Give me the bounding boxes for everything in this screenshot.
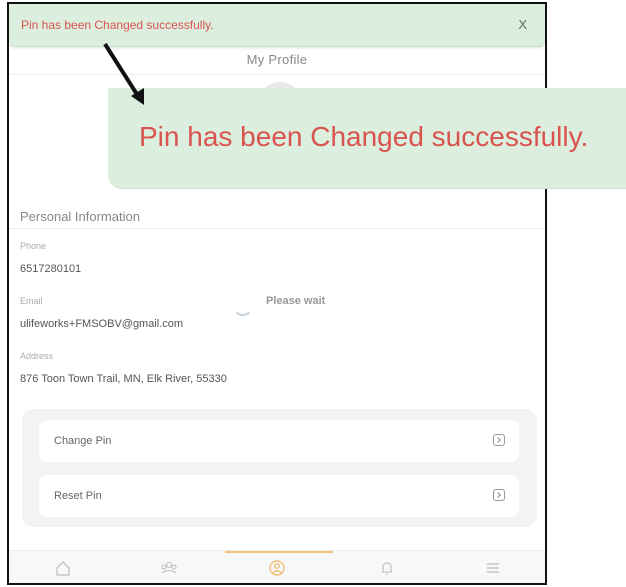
loading-text: Please wait (266, 295, 326, 307)
toast-message: Pin has been Changed successfully. (21, 18, 214, 32)
email-value: ulifeworks+FMSOBV@gmail.com (20, 318, 184, 330)
menu-icon[interactable] (484, 559, 502, 577)
success-toast: Pin has been Changed successfully. X (9, 4, 545, 47)
annotation-arrow-icon (103, 42, 144, 105)
page-title: My Profile (246, 52, 308, 67)
zoomed-toast-callout: Pin has been Changed successfully. (108, 88, 626, 189)
home-icon[interactable] (54, 559, 72, 577)
chevron-right-icon (493, 434, 505, 446)
address-value: 876 Toon Town Trail, MN, Elk River, 5533… (20, 373, 227, 385)
header-divider (9, 74, 545, 75)
zoomed-toast-message: Pin has been Changed successfully. (139, 121, 589, 152)
address-label: Address (20, 351, 54, 361)
reset-pin-button[interactable]: Reset Pin (39, 475, 519, 517)
reset-pin-label: Reset Pin (54, 490, 102, 502)
phone-value: 6517280101 (20, 263, 82, 275)
email-label: Email (20, 296, 43, 306)
active-tab-indicator (225, 551, 333, 553)
change-pin-button[interactable]: Change Pin (39, 420, 519, 462)
toast-close-button[interactable]: X (518, 17, 527, 32)
change-pin-label: Change Pin (54, 435, 112, 447)
section-title-personal-info: Personal Information (20, 209, 140, 224)
chevron-right-icon (493, 489, 505, 501)
profile-icon[interactable] (268, 559, 286, 577)
loading-spinner-icon (233, 296, 253, 316)
pin-actions-panel: Change Pin Reset Pin (22, 409, 537, 527)
section-divider (9, 228, 545, 229)
phone-label: Phone (20, 241, 47, 251)
bottom-navigation (9, 550, 545, 583)
bell-icon[interactable] (378, 559, 396, 577)
community-icon[interactable] (160, 559, 178, 577)
